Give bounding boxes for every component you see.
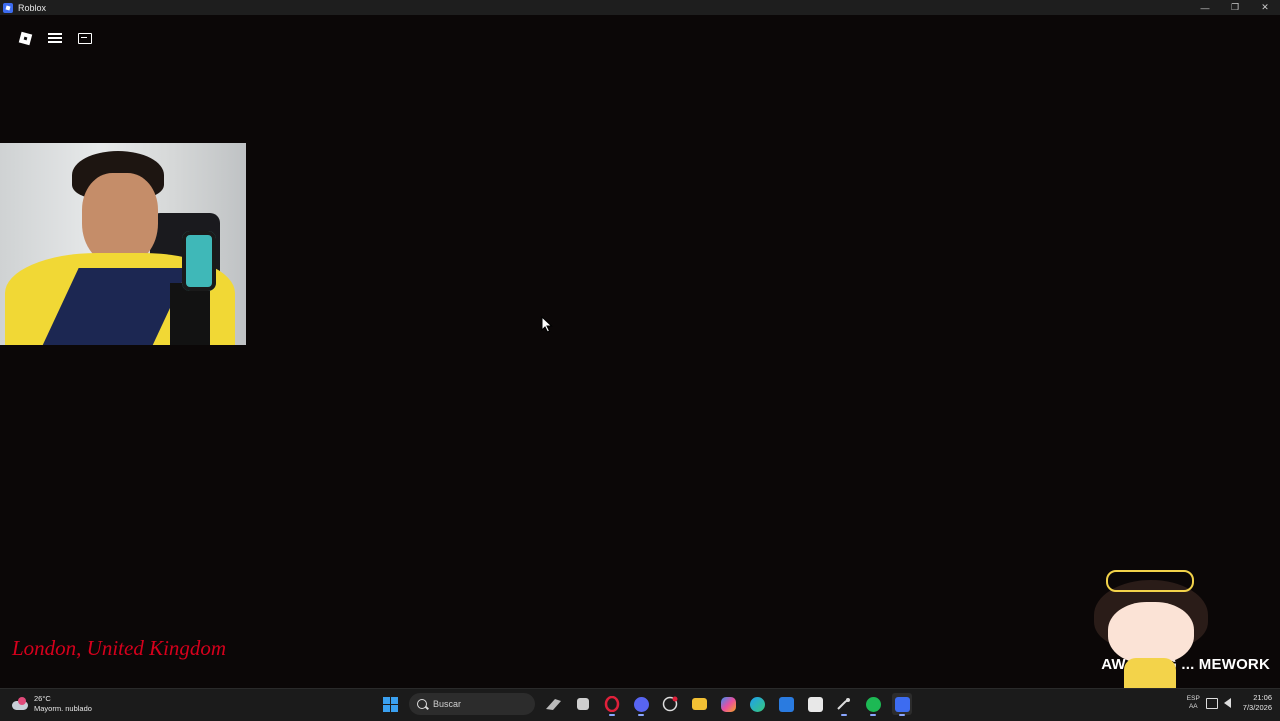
roblox-logo-icon <box>18 31 32 45</box>
store-icon <box>807 696 823 712</box>
language-indicator[interactable]: ESP AA <box>1187 695 1200 711</box>
location-overlay: London, United Kingdom <box>12 636 227 660</box>
chat-button[interactable] <box>74 28 96 48</box>
system-tray: ESP AA 21:06 7/3/2026 <box>1187 693 1272 713</box>
mouse-cursor-icon <box>541 316 553 333</box>
opera-button[interactable] <box>602 693 622 716</box>
scroll-icon <box>546 699 561 710</box>
steam-icon <box>837 698 850 710</box>
github-icon <box>662 696 678 712</box>
chibi-mascot <box>1088 566 1214 708</box>
lang-bottom: AA <box>1188 703 1198 710</box>
close-button[interactable]: ✕ <box>1250 0 1280 15</box>
search-icon <box>417 699 427 709</box>
volume-icon[interactable] <box>1223 698 1231 708</box>
mail-icon <box>778 696 794 712</box>
roblox-app-icon <box>3 2 13 13</box>
weather-text: 26°C Mayorm. nublado <box>34 694 92 714</box>
roblox-icon <box>894 696 910 712</box>
windows-start-icon <box>382 696 398 712</box>
menu-button[interactable] <box>44 28 66 48</box>
spotify-button[interactable] <box>863 693 883 716</box>
store-button[interactable] <box>805 693 825 715</box>
weather-widget[interactable]: 26°C Mayorm. nublado <box>12 694 92 714</box>
clock-time: 21:06 <box>1253 693 1272 702</box>
search-placeholder: Buscar <box>433 699 462 709</box>
taskbar-search[interactable]: Buscar <box>409 693 535 715</box>
mail-button[interactable] <box>776 693 796 715</box>
opera-icon <box>604 696 620 712</box>
steam-button[interactable] <box>834 693 854 716</box>
window-title: Roblox <box>18 2 47 13</box>
roblox-topbar <box>14 28 96 48</box>
window-titlebar: Roblox — ❐ ✕ <box>0 0 1280 15</box>
menu-icon <box>48 33 62 43</box>
chibi-glasses <box>1106 570 1194 592</box>
webcam-face <box>82 173 158 265</box>
discord-button[interactable] <box>631 693 651 716</box>
cloudy-weather-icon <box>12 697 28 711</box>
webcam-mic-arm <box>170 283 210 345</box>
taskbar: 26°C Mayorm. nublado Buscar ESP AA 21:06… <box>0 688 1280 721</box>
taskbar-apps: Buscar <box>380 693 912 716</box>
weather-temp: 26°C <box>34 694 51 703</box>
clock[interactable]: 21:06 7/3/2026 <box>1243 693 1272 713</box>
chibi-face <box>1108 602 1194 664</box>
minimize-button[interactable]: — <box>1190 0 1220 15</box>
webcam-microphone <box>182 231 216 291</box>
file-explorer-icon <box>691 698 707 710</box>
restore-button[interactable]: ❐ <box>1220 0 1250 15</box>
chat-icon <box>78 32 92 44</box>
taskview-button[interactable] <box>573 693 593 715</box>
clock-date: 7/3/2026 <box>1242 703 1272 712</box>
weather-condition: Mayorm. nublado <box>34 704 92 713</box>
scroll-app-button[interactable] <box>544 693 564 715</box>
taskview-icon <box>577 698 589 710</box>
roblox-logo-button[interactable] <box>14 28 36 48</box>
copilot-button[interactable] <box>718 693 738 715</box>
lang-top: ESP <box>1186 695 1200 702</box>
start-button[interactable] <box>380 693 400 715</box>
edge-icon <box>749 696 765 712</box>
roblox-taskbar-button[interactable] <box>892 693 912 716</box>
copilot-icon <box>720 696 736 712</box>
webcam-overlay <box>0 143 246 345</box>
window-controls: — ❐ ✕ <box>1190 0 1280 15</box>
edge-button[interactable] <box>747 693 767 715</box>
spotify-icon <box>865 696 881 712</box>
github-button[interactable] <box>660 693 680 715</box>
file-explorer-button[interactable] <box>689 693 709 715</box>
discord-icon <box>633 696 649 712</box>
network-icon[interactable] <box>1205 697 1218 709</box>
